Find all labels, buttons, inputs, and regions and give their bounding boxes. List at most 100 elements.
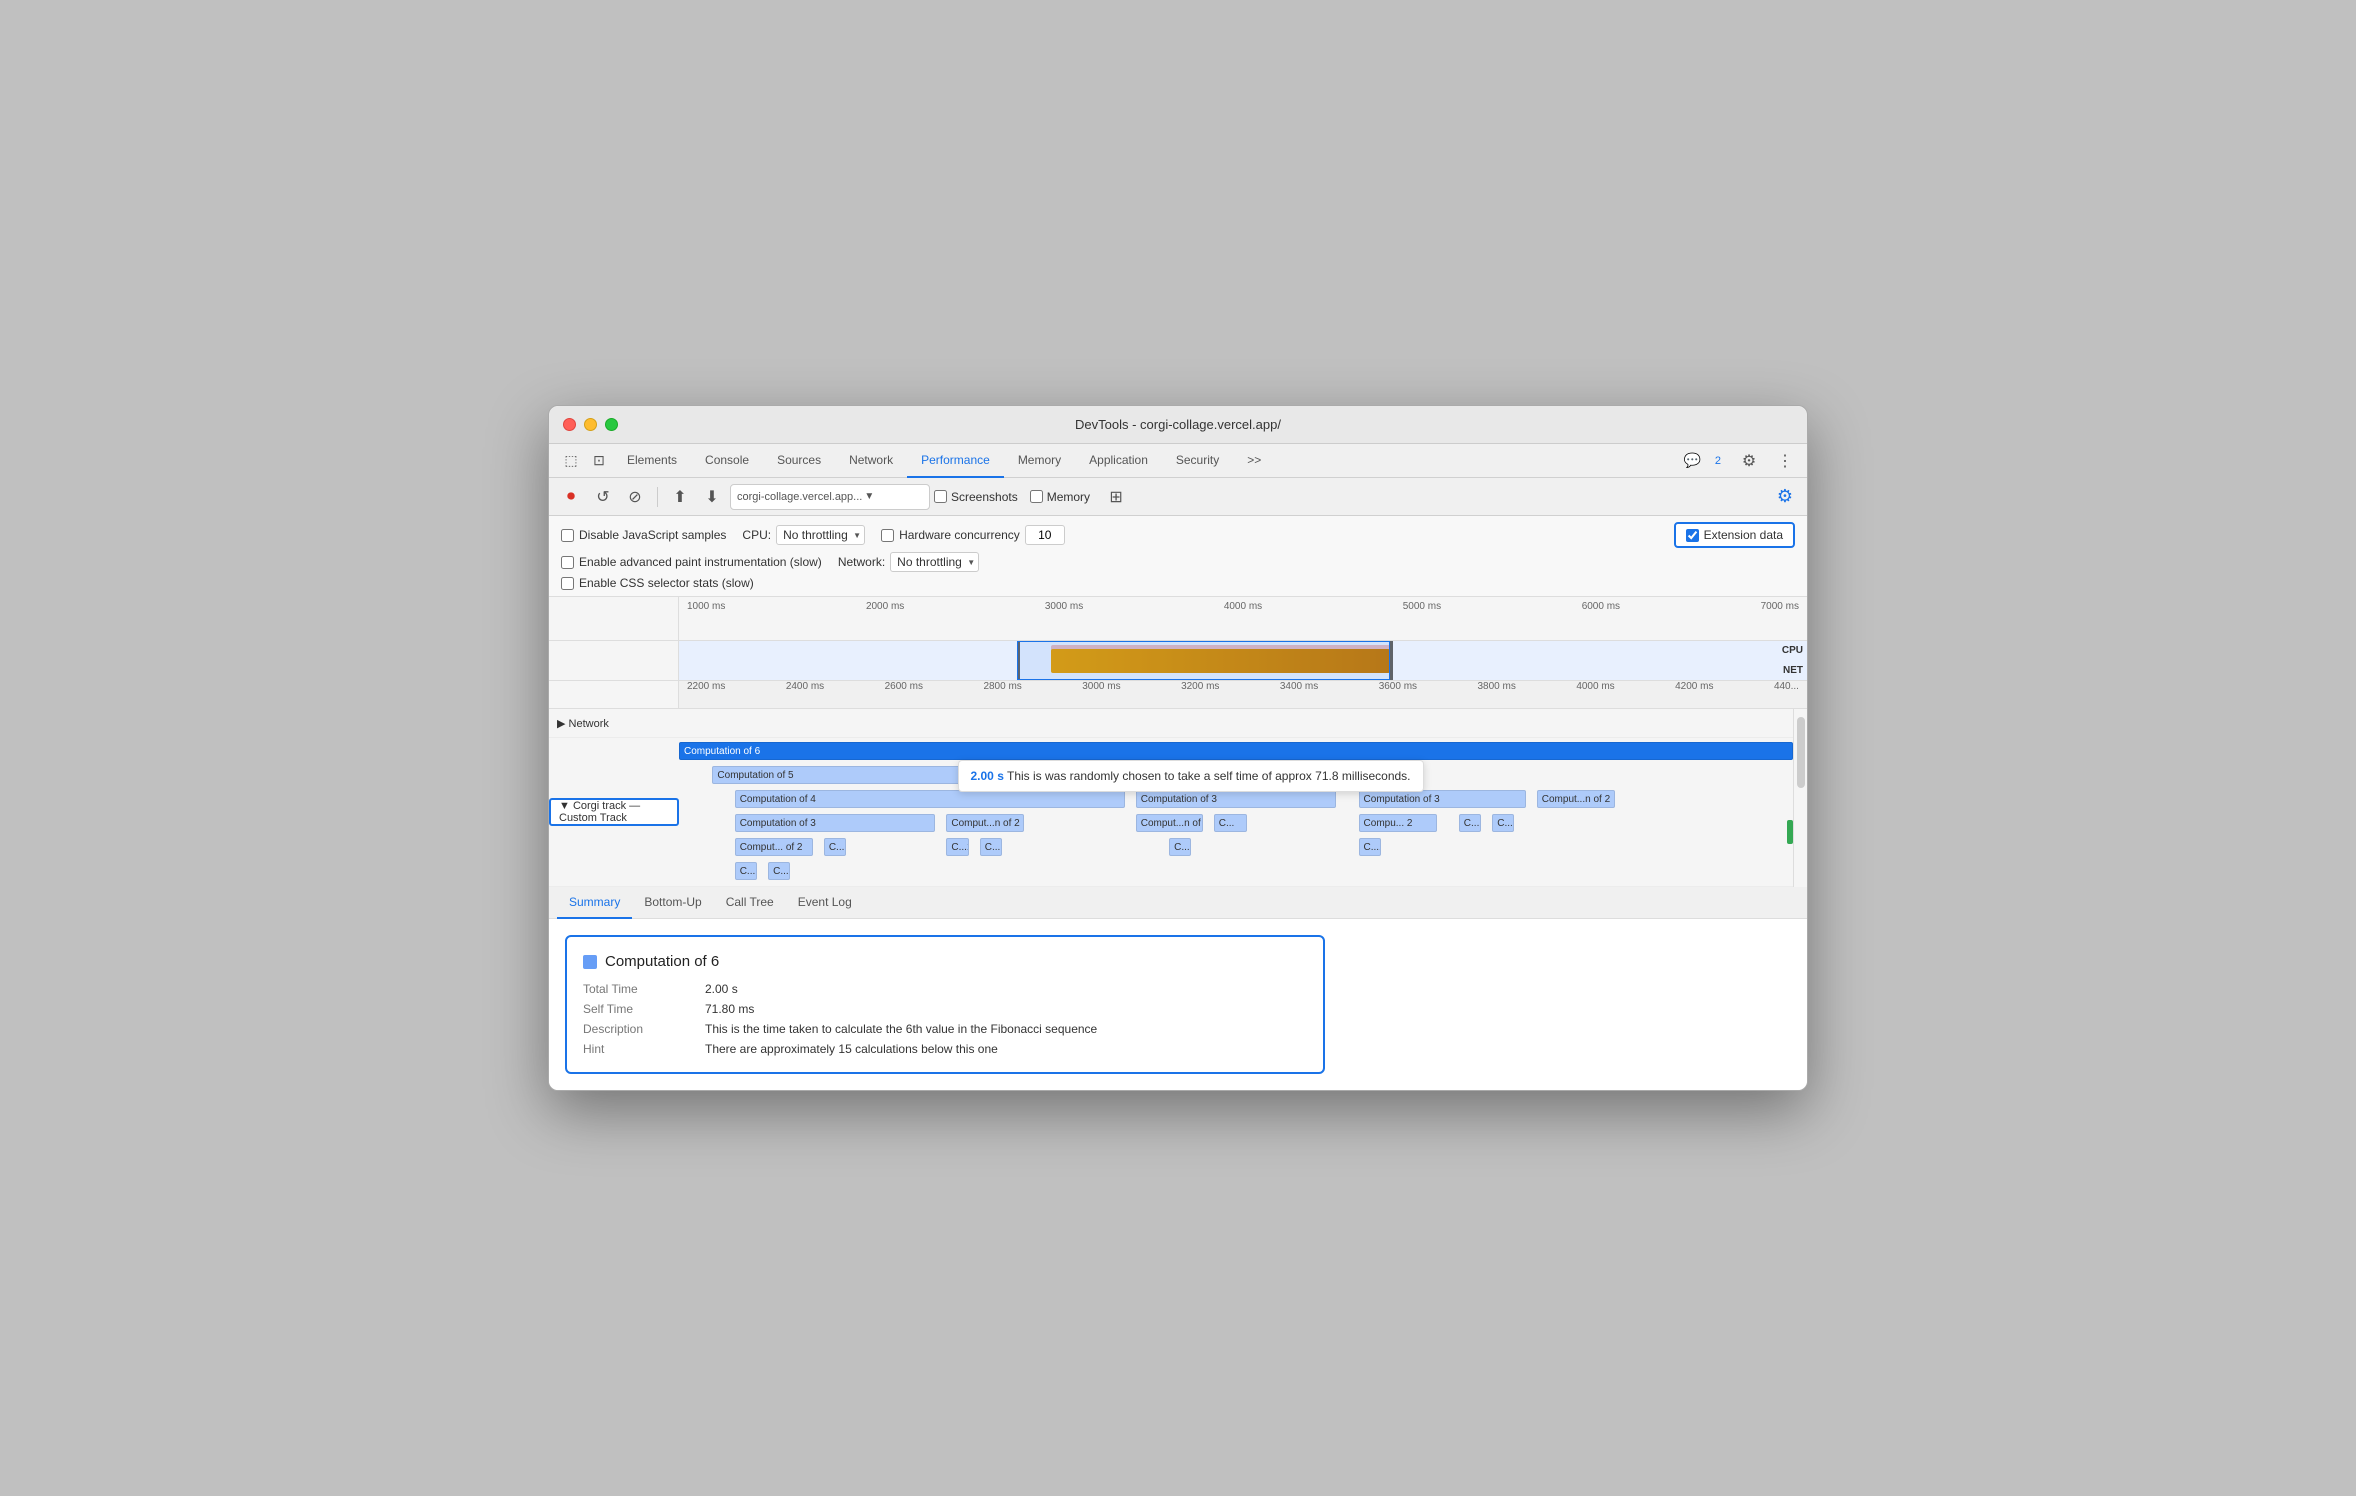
c1b-block[interactable]: C...1 bbox=[824, 838, 846, 856]
chat-badge: 2 bbox=[1709, 453, 1727, 469]
advanced-paint-label[interactable]: Enable advanced paint instrumentation (s… bbox=[561, 555, 822, 569]
maximize-button[interactable] bbox=[605, 418, 618, 431]
network-throttle-group: Network: No throttling bbox=[838, 552, 979, 572]
css-selector-label[interactable]: Enable CSS selector stats (slow) bbox=[561, 576, 754, 590]
tab-event-log[interactable]: Event Log bbox=[786, 887, 864, 919]
flame-row-3: Computation of 3 Comput...n of 2 Comput.… bbox=[679, 812, 1793, 834]
comp3c-block[interactable]: Computation of 3 bbox=[735, 814, 936, 832]
hardware-concurrency-group[interactable]: Hardware concurrency bbox=[881, 525, 1065, 545]
c0a-block[interactable]: C...0 bbox=[1492, 814, 1514, 832]
settings-row-1: Disable JavaScript samples CPU: No throt… bbox=[561, 522, 1795, 548]
record-icon[interactable]: ⏺ bbox=[557, 483, 585, 511]
screenshots-checkbox[interactable] bbox=[934, 490, 947, 503]
c0b-block[interactable]: C...0 bbox=[768, 862, 790, 880]
comp3a-block[interactable]: Computation of 3 bbox=[1136, 790, 1337, 808]
memory-checkbox[interactable] bbox=[1030, 490, 1043, 503]
vertical-scrollbar-thumb[interactable] bbox=[1797, 717, 1805, 788]
cpu-throttle-select[interactable]: No throttling bbox=[776, 525, 865, 545]
advanced-paint-checkbox[interactable] bbox=[561, 556, 574, 569]
memory-checkbox-label[interactable]: Memory bbox=[1030, 490, 1090, 504]
hint-key: Hint bbox=[583, 1042, 693, 1056]
minimize-button[interactable] bbox=[584, 418, 597, 431]
flame-row-1: Computation of 5 2.00 s This is was rand… bbox=[679, 764, 1793, 786]
total-time-key: Total Time bbox=[583, 982, 693, 996]
comp2e-block[interactable]: Comput... of 2 bbox=[735, 838, 813, 856]
tab-sources[interactable]: Sources bbox=[763, 444, 835, 478]
hardware-concurrency-input[interactable] bbox=[1025, 525, 1065, 545]
device-icon[interactable]: ⊡ bbox=[585, 447, 613, 475]
performance-toolbar: ⏺ ↺ ⊘ ⬆ ⬇ corgi-collage.vercel.app... ▼ … bbox=[549, 478, 1807, 516]
comp2d-block[interactable]: Compu... 2 bbox=[1359, 814, 1437, 832]
description-val: This is the time taken to calculate the … bbox=[705, 1022, 1307, 1036]
tooltip-message: This is was randomly chosen to take a se… bbox=[1007, 769, 1411, 783]
comp3b-block[interactable]: Computation of 3 bbox=[1359, 790, 1526, 808]
detail-ruler-wrapper: 2200 ms 2400 ms 2600 ms 2800 ms 3000 ms … bbox=[549, 681, 1807, 708]
tab-summary[interactable]: Summary bbox=[557, 887, 632, 919]
right-handle[interactable] bbox=[1390, 641, 1393, 680]
cx-block[interactable]: C... bbox=[1214, 814, 1247, 832]
hardware-concurrency-checkbox[interactable] bbox=[881, 529, 894, 542]
vertical-scrollbar-area[interactable] bbox=[1793, 709, 1807, 887]
dlabel-2400: 2400 ms bbox=[786, 681, 824, 692]
flame-row-0: Computation of 6 bbox=[679, 740, 1793, 762]
chat-icon[interactable]: 💬 bbox=[1683, 452, 1700, 469]
css-selector-checkbox[interactable] bbox=[561, 577, 574, 590]
settings-icon[interactable]: ⚙ bbox=[1735, 447, 1763, 475]
tooltip: 2.00 s This is was randomly chosen to ta… bbox=[958, 760, 1424, 792]
download-icon[interactable]: ⬇ bbox=[698, 483, 726, 511]
tab-network[interactable]: Network bbox=[835, 444, 907, 478]
tab-performance[interactable]: Performance bbox=[907, 444, 1004, 478]
detail-content: 2200 ms 2400 ms 2600 ms 2800 ms 3000 ms … bbox=[679, 681, 1807, 708]
summary-panel: Computation of 6 Total Time 2.00 s Self … bbox=[549, 919, 1807, 1090]
network-track-content bbox=[679, 711, 1793, 735]
window-title: DevTools - corgi-collage.vercel.app/ bbox=[1075, 417, 1281, 432]
network-track-label[interactable]: ▶ Network bbox=[549, 717, 679, 730]
c1c-block[interactable]: C...1 bbox=[946, 838, 968, 856]
clear-icon[interactable]: ⊘ bbox=[621, 483, 649, 511]
more-icon[interactable]: ⋮ bbox=[1771, 447, 1799, 475]
disable-js-label[interactable]: Disable JavaScript samples bbox=[561, 528, 726, 542]
comp2b-block[interactable]: Comput...n of 2 bbox=[946, 814, 1024, 832]
tab-security[interactable]: Security bbox=[1162, 444, 1233, 478]
close-button[interactable] bbox=[563, 418, 576, 431]
tab-elements[interactable]: Elements bbox=[613, 444, 691, 478]
self-time-key: Self Time bbox=[583, 1002, 693, 1016]
performance-settings-icon[interactable]: ⚙ bbox=[1771, 483, 1799, 511]
cxd-block[interactable]: C... bbox=[735, 862, 757, 880]
dlabel-2200: 2200 ms bbox=[687, 681, 725, 692]
comp2c-block[interactable]: Comput...n of 2 bbox=[1136, 814, 1203, 832]
tab-call-tree[interactable]: Call Tree bbox=[714, 887, 786, 919]
disable-js-checkbox[interactable] bbox=[561, 529, 574, 542]
inspect-icon[interactable]: ⬚ bbox=[557, 447, 585, 475]
network-throttle-select[interactable]: No throttling bbox=[890, 552, 979, 572]
tab-more[interactable]: >> bbox=[1233, 444, 1275, 478]
network-throttle-select-wrapper[interactable]: No throttling bbox=[890, 552, 979, 572]
cxb-block[interactable]: C... bbox=[980, 838, 1002, 856]
url-dropdown-icon[interactable]: ▼ bbox=[864, 491, 874, 502]
comp6-block[interactable]: Computation of 6 bbox=[679, 742, 1793, 760]
screenshot-capture-icon[interactable]: ⊞ bbox=[1102, 483, 1130, 511]
tab-console[interactable]: Console bbox=[691, 444, 763, 478]
tab-memory[interactable]: Memory bbox=[1004, 444, 1075, 478]
extension-data-checkbox[interactable] bbox=[1686, 529, 1699, 542]
timeline-overview[interactable]: CPU NET bbox=[549, 641, 1807, 681]
selection-overlay[interactable] bbox=[1017, 641, 1389, 680]
devtools-window: DevTools - corgi-collage.vercel.app/ ⬚ ⊡… bbox=[548, 405, 1808, 1091]
cpu-label: CPU bbox=[1782, 645, 1803, 656]
cxc-block[interactable]: C... bbox=[1169, 838, 1191, 856]
tracks-area: ▶ Network ▼ Corgi track — Custom Track C… bbox=[549, 709, 1807, 887]
comp2a-block[interactable]: Comput...n of 2 bbox=[1537, 790, 1615, 808]
ruler-with-sidebar: 1000 ms 2000 ms 3000 ms 4000 ms 5000 ms … bbox=[549, 597, 1807, 640]
cpu-throttle-select-wrapper[interactable]: No throttling bbox=[776, 525, 865, 545]
upload-icon[interactable]: ⬆ bbox=[666, 483, 694, 511]
summary-card: Computation of 6 Total Time 2.00 s Self … bbox=[565, 935, 1325, 1074]
screenshots-checkbox-label[interactable]: Screenshots bbox=[934, 490, 1018, 504]
overview-spacer bbox=[549, 641, 679, 680]
tab-application[interactable]: Application bbox=[1075, 444, 1162, 478]
c1a-block[interactable]: C...1 bbox=[1459, 814, 1481, 832]
reload-record-icon[interactable]: ↺ bbox=[589, 483, 617, 511]
tab-bottom-up[interactable]: Bottom-Up bbox=[632, 887, 713, 919]
c1d-block[interactable]: C...1 bbox=[1359, 838, 1381, 856]
corgi-track-label[interactable]: ▼ Corgi track — Custom Track bbox=[549, 798, 679, 826]
comp4-block[interactable]: Computation of 4 bbox=[735, 790, 1125, 808]
